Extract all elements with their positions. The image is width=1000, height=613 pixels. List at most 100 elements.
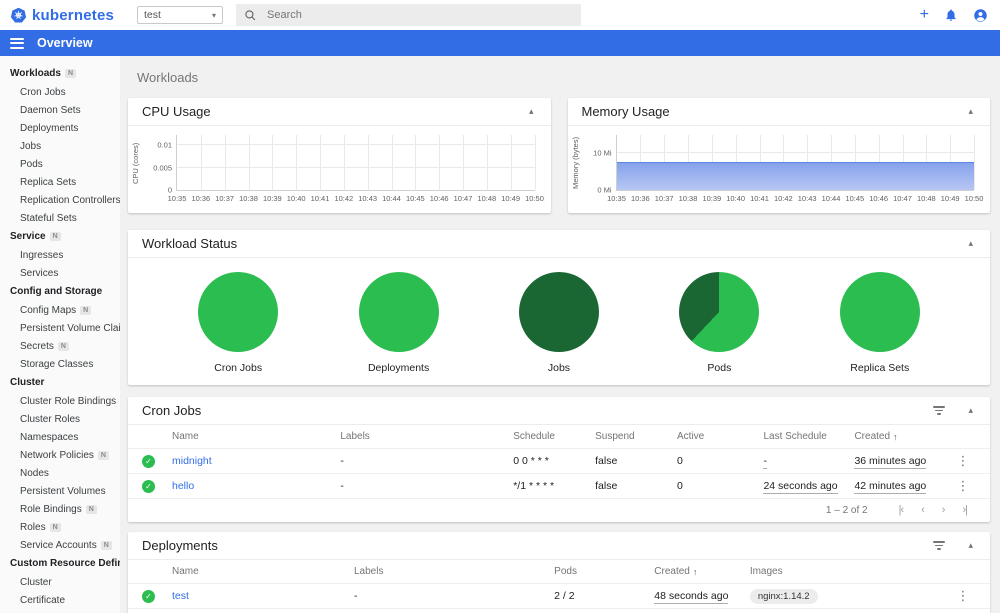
x-tick-label: 10:50 [964, 194, 984, 203]
sidebar-item-cluster-roles[interactable]: Cluster Roles [0, 410, 120, 428]
notifications-bell-icon[interactable] [944, 8, 958, 22]
sidebar-section-custom-resource-definitions: Custom Resource Definitions [0, 554, 120, 573]
sidebar-item-nodes[interactable]: Nodes [0, 464, 120, 482]
sidebar-item-secrets[interactable]: Secrets N [0, 337, 120, 355]
sidebar-item-cluster[interactable]: Cluster [0, 573, 120, 591]
filter-icon[interactable] [931, 538, 947, 553]
relative-time: - [763, 455, 767, 469]
column-header-labels[interactable]: Labels [354, 566, 554, 577]
collapse-caret-icon[interactable]: ▴ [526, 104, 537, 119]
namespaced-badge: N [64, 69, 76, 78]
sidebar-item-replication-controllers[interactable]: Replication Controllers [0, 191, 120, 209]
sidebar-item-cluster-issuer[interactable]: Cluster Issuer [0, 609, 120, 613]
sidebar-item-persistent-volumes[interactable]: Persistent Volumes [0, 482, 120, 500]
cell-name: hello [172, 480, 340, 492]
menu-hamburger-icon[interactable] [10, 37, 24, 49]
sidebar-item-deployments[interactable]: Deployments [0, 119, 120, 137]
sidebar-item-role-bindings[interactable]: Role Bindings N [0, 500, 120, 518]
row-menu-kebab-icon[interactable]: ⋮ [950, 478, 976, 494]
x-tick-label: 10:37 [654, 194, 674, 203]
sidebar-item-services[interactable]: Services [0, 264, 120, 282]
filter-icon[interactable] [931, 403, 947, 418]
resource-link[interactable]: hello [172, 480, 194, 492]
sidebar-item-storage-classes[interactable]: Storage Classes [0, 355, 120, 373]
sidebar-item-replica-sets[interactable]: Replica Sets [0, 173, 120, 191]
row-menu-kebab-icon[interactable]: ⋮ [950, 453, 976, 469]
column-header-label: Active [677, 431, 705, 442]
sidebar-item-network-policies[interactable]: Network Policies N [0, 446, 120, 464]
sidebar-item-cluster-role-bindings[interactable]: Cluster Role Bindings [0, 392, 120, 410]
next-page-icon[interactable]: › [933, 502, 954, 518]
y-tick-label: 0 Mi [597, 185, 612, 195]
workload-status-card: Workload Status ▴ Cron Jobs Deployments Jo… [128, 230, 990, 385]
pagination-range: 1 – 2 of 2 [825, 504, 868, 516]
sidebar-item-jobs[interactable]: Jobs [0, 137, 120, 155]
row-menu-kebab-icon[interactable]: ⋮ [950, 588, 976, 604]
cell-last_schedule: - [763, 455, 854, 469]
sidebar-item-roles[interactable]: Roles N [0, 518, 120, 536]
column-header-schedule[interactable]: Schedule [513, 431, 595, 442]
sidebar-item-label: Namespaces [20, 431, 79, 443]
sidebar-item-namespaces[interactable]: Namespaces [0, 428, 120, 446]
sidebar-item-label: Cluster Roles [20, 413, 81, 425]
sidebar-section-label: Config and Storage [10, 286, 103, 297]
sidebar-section-cluster: Cluster [0, 373, 120, 392]
search-input[interactable] [267, 9, 573, 21]
sidebar-item-cron-jobs[interactable]: Cron Jobs [0, 83, 120, 101]
sidebar-item-label: Pods [20, 158, 43, 170]
logo-text: kubernetes [32, 6, 115, 24]
column-header-last_schedule[interactable]: Last Schedule [763, 431, 854, 442]
collapse-caret-icon[interactable]: ▴ [965, 538, 976, 553]
column-header-suspend[interactable]: Suspend [595, 431, 677, 442]
sidebar-item-certificate[interactable]: Certificate [0, 591, 120, 609]
sidebar-item-label: Secrets [20, 340, 54, 352]
gridline [177, 144, 535, 146]
collapse-caret-icon[interactable]: ▴ [965, 236, 976, 251]
sidebar-item-ingresses[interactable]: Ingresses [0, 246, 120, 264]
column-header-label: Pods [554, 566, 577, 577]
first-page-icon[interactable]: |‹ [890, 502, 913, 518]
collapse-caret-icon[interactable]: ▴ [965, 403, 976, 418]
memory-usage-card: Memory Usage ▴ Memory (bytes) 10:35 10:36 1… [567, 98, 991, 213]
namespace-selector[interactable]: test ▾ [137, 6, 223, 24]
x-tick-label: 10:40 [726, 194, 746, 203]
last-page-icon[interactable]: ›| [953, 502, 976, 518]
status-cell: ✓ [142, 589, 172, 603]
sidebar-item-stateful-sets[interactable]: Stateful Sets [0, 209, 120, 227]
cron-jobs-pagination: 1 – 2 of 2 |‹ ‹ › ›| [128, 499, 990, 522]
pie-chart-label: Deployments [367, 362, 430, 374]
resource-link[interactable]: midnight [172, 455, 212, 467]
sidebar-item-service-accounts[interactable]: Service Accounts N [0, 536, 120, 554]
x-tick-label: 10:39 [702, 194, 722, 203]
sidebar-item-daemon-sets[interactable]: Daemon Sets [0, 101, 120, 119]
column-header-created[interactable]: Created ↑ [854, 431, 950, 442]
collapse-caret-icon[interactable]: ▴ [965, 104, 976, 119]
account-icon[interactable] [973, 8, 988, 23]
column-header-label: Created [654, 566, 690, 577]
sidebar-item-label: Daemon Sets [20, 104, 81, 116]
column-header-name[interactable]: Name [172, 566, 354, 577]
kubernetes-logo[interactable]: kubernetes [10, 7, 128, 24]
column-header-labels[interactable]: Labels [340, 431, 513, 442]
create-resource-plus-icon[interactable]: + [920, 7, 929, 23]
column-header-created[interactable]: Created ↑ [654, 566, 750, 577]
chart-plot-area: 10:35 10:36 10:37 10:38 10:39 10:40 10:41 10:42… [593, 135, 983, 203]
workload-pie-deployments: Deployments [329, 272, 469, 374]
prev-page-icon[interactable]: ‹ [912, 502, 933, 518]
search-bar[interactable] [236, 4, 581, 26]
resource-link[interactable]: test [172, 590, 189, 602]
workload-pie-pods: Pods [649, 272, 789, 374]
memory-usage-chart: Memory (bytes) 10:35 10:36 10:37 10:38 10:39 1… [568, 126, 991, 210]
deployments-table: Name Labels Pods Created ↑ Images ✓ test -2 / 24… [128, 560, 990, 613]
column-header-active[interactable]: Active [677, 431, 763, 442]
column-header-images[interactable]: Images [750, 566, 950, 577]
cell-name: test [172, 590, 354, 602]
sidebar-item-config-maps[interactable]: Config Maps N [0, 301, 120, 319]
column-header-pods[interactable]: Pods [554, 566, 654, 577]
x-tick-label: 10:47 [893, 194, 912, 203]
sidebar-item-pods[interactable]: Pods [0, 155, 120, 173]
column-header-name[interactable]: Name [172, 431, 340, 442]
cell-suspend: false [595, 455, 618, 467]
sidebar-item-persistent-volume-claims[interactable]: Persistent Volume ClaimsN [0, 319, 120, 337]
cell-active: 0 [677, 455, 683, 467]
